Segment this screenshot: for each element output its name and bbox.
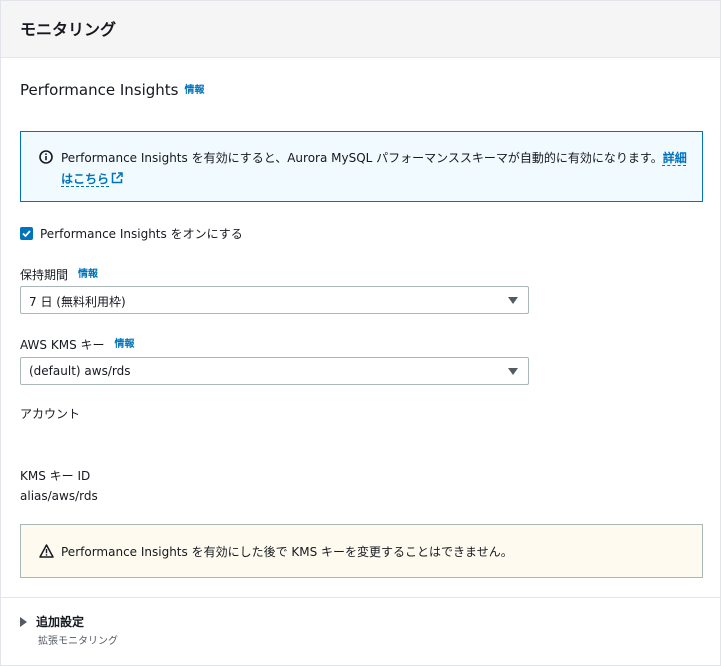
performance-insights-info-link[interactable]: 情報 — [184, 85, 204, 96]
retention-info-link[interactable]: 情報 — [78, 269, 98, 280]
account-label: アカウント — [20, 407, 81, 421]
kms-key-select-value: (default) aws/rds — [29, 364, 131, 378]
additional-settings-description: 拡張モニタリング — [38, 636, 118, 647]
performance-insights-checkbox-row[interactable]: Performance Insights をオンにする — [20, 225, 243, 242]
panel-title: モニタリング — [20, 20, 117, 39]
warning-alert: Performance Insights を有効にした後で KMS キーを変更す… — [20, 524, 703, 578]
kms-key-select[interactable]: (default) aws/rds — [20, 357, 529, 385]
info-icon — [39, 150, 53, 164]
performance-insights-checkbox[interactable] — [20, 227, 33, 240]
kms-key-id-label: KMS キー ID — [20, 469, 91, 483]
performance-insights-heading: Performance Insights 情報 — [20, 81, 204, 99]
warning-text: Performance Insights を有効にした後で KMS キーを変更す… — [61, 545, 513, 559]
additional-settings-title: 追加設定 — [36, 615, 85, 629]
performance-insights-title: Performance Insights — [20, 81, 179, 99]
info-alert: Performance Insights を有効にすると、Aurora MySQ… — [20, 131, 703, 202]
kms-info-link[interactable]: 情報 — [115, 339, 135, 350]
checkmark-icon — [22, 230, 31, 238]
kms-key-id-value: alias/aws/rds — [20, 489, 98, 503]
info-alert-text: Performance Insights を有効にすると、Aurora MySQ… — [61, 148, 688, 190]
caret-down-icon — [508, 297, 518, 304]
retention-select[interactable]: 7 日 (無料利用枠) — [20, 286, 529, 314]
caret-right-icon — [20, 616, 27, 627]
additional-settings-expander[interactable]: 追加設定 — [20, 613, 84, 630]
section-divider — [1, 597, 720, 598]
panel-header: モニタリング — [1, 1, 720, 58]
kms-label-row: AWS KMS キー 情報 — [20, 335, 135, 353]
warning-icon — [39, 544, 54, 558]
monitoring-panel: モニタリング Performance Insights 情報 Performanc… — [0, 0, 721, 666]
retention-select-value: 7 日 (無料利用枠) — [29, 295, 126, 309]
kms-label: AWS KMS キー — [20, 338, 105, 352]
external-link-icon — [111, 172, 123, 184]
caret-down-icon — [508, 368, 518, 375]
retention-label: 保持期間 — [20, 268, 69, 282]
retention-label-row: 保持期間 情報 — [20, 265, 98, 283]
performance-insights-checkbox-label: Performance Insights をオンにする — [40, 227, 243, 241]
info-alert-message: Performance Insights を有効にすると、Aurora MySQ… — [61, 151, 663, 165]
